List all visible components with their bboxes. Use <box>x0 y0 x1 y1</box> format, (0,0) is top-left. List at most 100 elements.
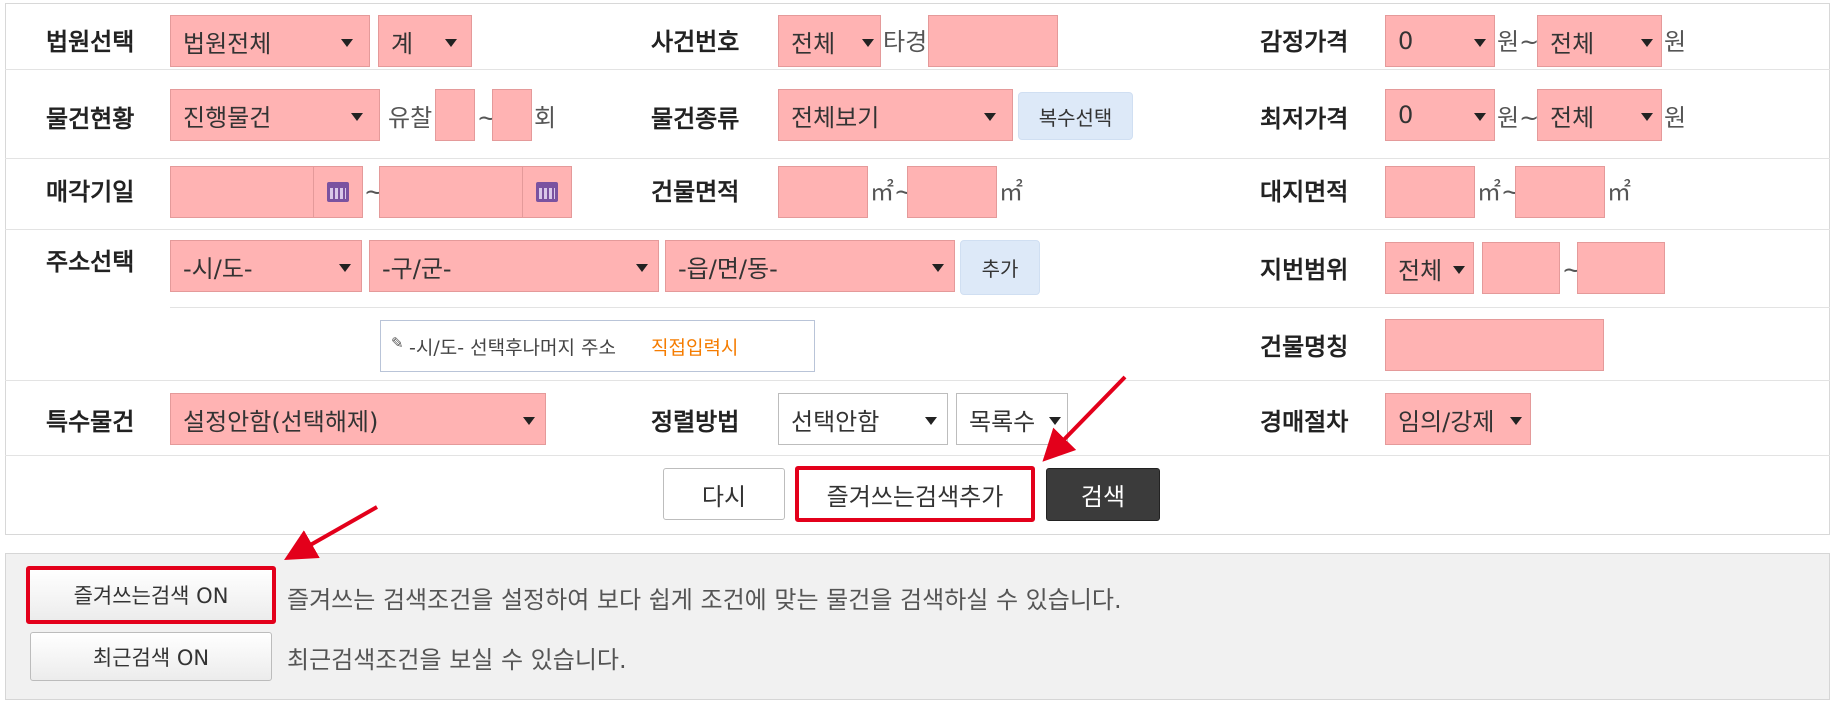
sale-date-end-calendar[interactable] <box>522 166 572 218</box>
court-select[interactable]: 법원전체 <box>170 15 370 67</box>
land-area-max-input[interactable] <box>1515 166 1605 218</box>
special-item-select[interactable]: 설정안함(선택해제) <box>170 393 546 445</box>
chevron-down-icon <box>1474 113 1486 121</box>
min-price-min-value: 0 <box>1398 101 1414 129</box>
chevron-down-icon <box>1474 39 1486 47</box>
lot-range-max-input[interactable] <box>1577 242 1665 294</box>
fail-count-max-input[interactable] <box>492 89 532 141</box>
case-year-select[interactable]: 전체 <box>778 15 881 67</box>
item-status-select[interactable]: 진행물건 <box>170 89 380 141</box>
chevron-down-icon <box>445 39 457 47</box>
reset-button[interactable]: 다시 <box>663 468 785 520</box>
calendar-icon <box>536 182 558 202</box>
sido-value: -시/도- <box>183 254 253 283</box>
chevron-down-icon <box>1049 417 1061 425</box>
court-sub-value: 계 <box>391 29 414 58</box>
gugun-value: -구/군- <box>382 254 452 283</box>
appraisal-min-select[interactable]: 0 <box>1385 15 1495 67</box>
appraisal-max-select[interactable]: 전체 <box>1537 15 1662 67</box>
multi-select-button[interactable]: 복수선택 <box>1018 92 1133 140</box>
row-divider <box>5 455 1830 456</box>
sort-method-value: 선택안함 <box>791 407 880 436</box>
times-text: 회 <box>534 104 557 132</box>
list-count-value: 목록수 <box>969 407 1036 436</box>
won-tilde-text: 원~ <box>1497 28 1540 56</box>
chevron-down-icon <box>636 264 648 272</box>
court-select-label: 법원선택 <box>46 28 135 56</box>
land-area-min-input[interactable] <box>1385 166 1475 218</box>
min-price-max-value: 전체 <box>1550 103 1595 132</box>
chevron-down-icon <box>1510 417 1522 425</box>
won-tilde-text: 원~ <box>1497 104 1540 132</box>
chevron-down-icon <box>984 113 996 121</box>
auction-procedure-label: 경매절차 <box>1260 408 1349 436</box>
building-area-max-input[interactable] <box>907 166 997 218</box>
chevron-down-icon <box>523 417 535 425</box>
case-year-value: 전체 <box>791 29 836 58</box>
item-status-label: 물건현황 <box>46 105 135 133</box>
building-area-min-input[interactable] <box>778 166 868 218</box>
case-number-input[interactable] <box>928 15 1058 67</box>
sale-date-label: 매각기일 <box>46 178 135 206</box>
item-status-value: 진행물건 <box>183 103 272 132</box>
sale-date-end-input[interactable] <box>379 166 524 218</box>
row-divider <box>5 69 1830 70</box>
lot-range-select[interactable]: 전체 <box>1385 242 1474 294</box>
lot-range-min-input[interactable] <box>1482 242 1560 294</box>
dong-select[interactable]: -읍/면/동- <box>665 240 955 292</box>
auction-procedure-select[interactable]: 임의/강제 <box>1385 393 1531 445</box>
sale-date-start-calendar[interactable] <box>313 166 363 218</box>
min-price-min-select[interactable]: 0 <box>1385 89 1495 141</box>
address-hint-text: -시/도- 선택후나머지 주소 <box>409 337 616 359</box>
favorite-search-description: 즐겨쓰는 검색조건을 설정하여 보다 쉽게 조건에 맞는 물건을 검색하실 수 … <box>287 586 1122 614</box>
row-divider <box>5 158 1830 159</box>
won-text: 원 <box>1664 28 1687 56</box>
appraisal-price-label: 감정가격 <box>1260 28 1349 56</box>
search-options-panel <box>5 553 1830 700</box>
case-number-label: 사건번호 <box>651 28 740 56</box>
fail-count-min-input[interactable] <box>435 89 475 141</box>
sort-method-label: 정렬방법 <box>651 408 740 436</box>
chevron-down-icon <box>351 113 363 121</box>
min-price-label: 최저가격 <box>1260 105 1349 133</box>
building-name-input[interactable] <box>1385 319 1604 371</box>
calendar-icon <box>327 182 349 202</box>
sort-method-select[interactable]: 선택안함 <box>778 393 948 445</box>
court-select-value: 법원전체 <box>183 29 272 58</box>
dong-value: -읍/면/동- <box>678 254 778 283</box>
sqm-text: ㎡ <box>999 178 1023 206</box>
won-text: 원 <box>1664 104 1687 132</box>
search-button[interactable]: 검색 <box>1046 468 1160 521</box>
address-hint-link: 직접입력시 <box>651 337 739 359</box>
land-area-label: 대지면적 <box>1260 178 1349 206</box>
item-type-label: 물건종류 <box>651 105 740 133</box>
list-count-select[interactable]: 목록수 <box>956 393 1068 445</box>
chevron-down-icon <box>1641 113 1653 121</box>
sqm-text: ㎡ <box>1607 178 1631 206</box>
favorite-search-on-button[interactable]: 즐겨쓰는검색 ON <box>26 566 276 624</box>
building-name-label: 건물명칭 <box>1260 333 1349 361</box>
chevron-down-icon <box>1641 39 1653 47</box>
special-item-value: 설정안함(선택해제) <box>183 407 379 436</box>
chevron-down-icon <box>341 39 353 47</box>
case-other-label: 타경 <box>883 28 928 56</box>
min-price-max-select[interactable]: 전체 <box>1537 89 1662 141</box>
address-detail-input[interactable]: ✎ -시/도- 선택후나머지 주소 직접입력시 <box>380 320 815 372</box>
court-sub-select[interactable]: 계 <box>378 15 472 67</box>
address-add-button[interactable]: 추가 <box>960 240 1040 295</box>
recent-search-description: 최근검색조건을 보실 수 있습니다. <box>287 646 627 674</box>
gugun-select[interactable]: -구/군- <box>369 240 659 292</box>
sido-select[interactable]: -시/도- <box>170 240 362 292</box>
appraisal-max-value: 전체 <box>1550 29 1595 58</box>
fail-count-label: 유찰 <box>388 104 433 132</box>
row-divider <box>170 307 1830 308</box>
sale-date-start-input[interactable] <box>170 166 315 218</box>
lot-range-value: 전체 <box>1398 256 1443 285</box>
pencil-icon: ✎ <box>391 334 404 352</box>
chevron-down-icon <box>932 264 944 272</box>
recent-search-on-button[interactable]: 최근검색 ON <box>30 632 272 681</box>
row-divider <box>5 229 1830 230</box>
item-type-select[interactable]: 전체보기 <box>778 89 1013 141</box>
item-type-value: 전체보기 <box>791 103 880 132</box>
add-favorite-search-button[interactable]: 즐겨쓰는검색추가 <box>795 466 1035 522</box>
